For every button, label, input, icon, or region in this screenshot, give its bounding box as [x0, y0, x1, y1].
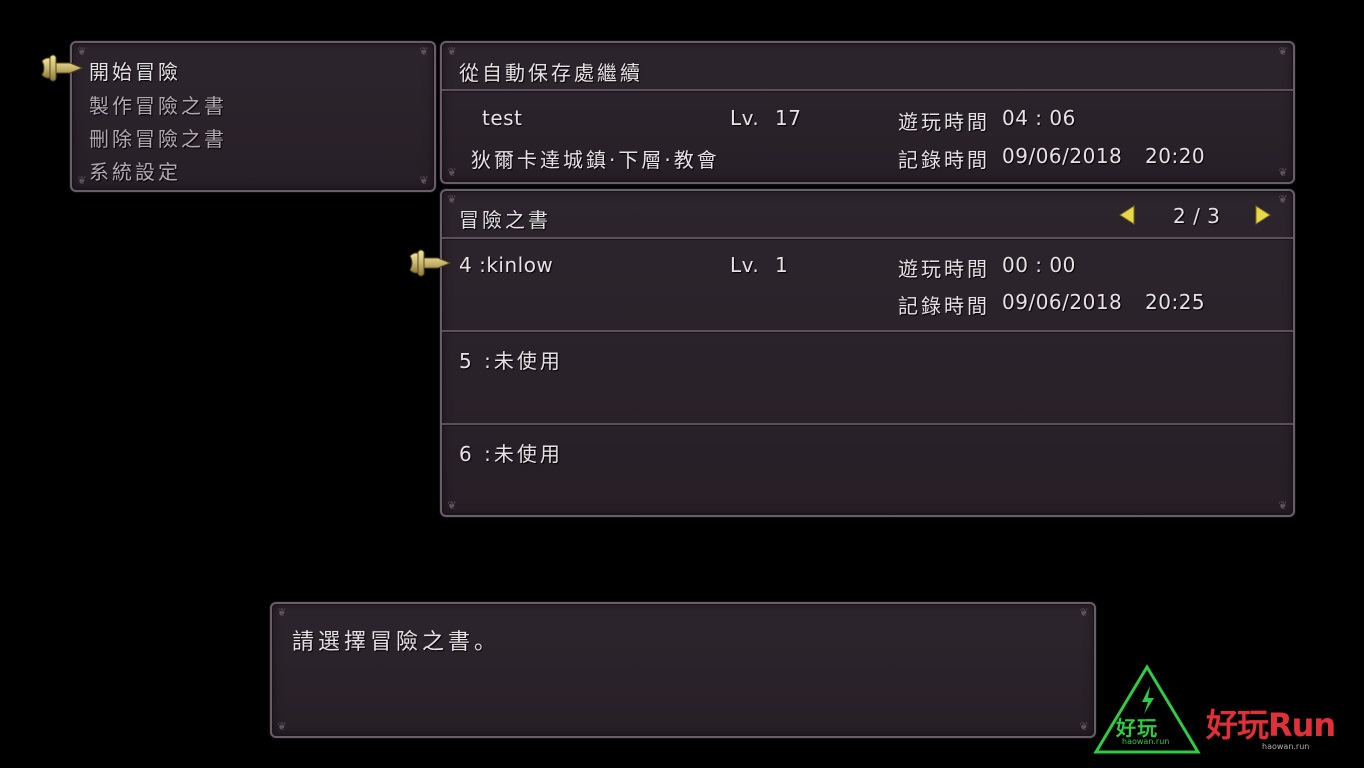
- autosave-playtime-label: 遊玩時間: [898, 110, 990, 134]
- watermark-logo-sub: haowan.run: [1122, 737, 1170, 746]
- book-slot-6[interactable]: [442, 425, 1293, 513]
- ornament-icon: ❦: [447, 193, 457, 206]
- ornament-icon: ❦: [447, 45, 457, 58]
- book-slot-4[interactable]: [442, 239, 1293, 330]
- autosave-level-label: Lv.: [730, 106, 760, 130]
- slot-4-level: 1: [775, 253, 789, 277]
- ornament-icon: ❦: [419, 174, 429, 187]
- ornament-icon: ❦: [1278, 45, 1288, 58]
- ornament-icon: ❦: [1278, 166, 1288, 179]
- books-page-indicator: 2 / 3: [1173, 204, 1221, 228]
- autosave-playtime: 04 : 06: [1002, 106, 1076, 130]
- ornament-icon: ❦: [447, 166, 457, 179]
- autosave-name: test: [482, 106, 523, 130]
- menu-item-start-adventure[interactable]: 開始冒險: [89, 56, 181, 85]
- ornament-icon: ❦: [1079, 606, 1089, 619]
- autosave-level: 17: [775, 106, 802, 130]
- page-next-arrow-icon[interactable]: [1252, 204, 1274, 226]
- slot-4-record-time: 20:25: [1145, 290, 1206, 314]
- ornament-icon: ❦: [419, 45, 429, 58]
- ornament-icon: ❦: [277, 720, 287, 733]
- autosave-record-date: 09/06/2018: [1002, 144, 1123, 168]
- autosave-location: 狄爾卡達城鎮·下層·教會: [471, 148, 720, 172]
- autosave-header: 從自動保存處繼續: [459, 61, 643, 85]
- ornament-icon: ❦: [1278, 193, 1288, 206]
- message-text: 請選擇冒險之書。: [292, 630, 501, 655]
- ornament-icon: ❦: [77, 174, 87, 187]
- slot-4-level-label: Lv.: [730, 253, 760, 277]
- slot-6-label: 6 :未使用: [459, 442, 563, 466]
- watermark-brand-sub: haowan.run: [1262, 742, 1310, 751]
- slot-5-label: 5 :未使用: [459, 349, 563, 373]
- menu-item-system-settings[interactable]: 系統設定: [89, 156, 181, 185]
- slot-4-playtime: 00 : 00: [1002, 253, 1076, 277]
- menu-item-delete-book[interactable]: 刪除冒險之書: [89, 123, 227, 152]
- ornament-icon: ❦: [1079, 720, 1089, 733]
- save-select-screen: ❦ ❦ ❦ ❦ 開始冒險 製作冒險之書 刪除冒險之書 系統設定 ❦ ❦ ❦ ❦ …: [0, 0, 1364, 768]
- pointing-hand-cursor-icon: [409, 249, 452, 277]
- book-slot-5[interactable]: [442, 332, 1293, 423]
- autosave-record-time: 20:20: [1145, 144, 1206, 168]
- slot-4-record-date: 09/06/2018: [1002, 290, 1123, 314]
- menu-item-create-book[interactable]: 製作冒險之書: [89, 90, 227, 119]
- divider: [442, 89, 1293, 91]
- slot-4-record-label: 記錄時間: [898, 294, 990, 318]
- slot-4-label: 4 :kinlow: [459, 253, 554, 277]
- watermark-brand-text: 好玩Run: [1206, 706, 1336, 744]
- books-header: 冒險之書: [459, 208, 551, 232]
- slot-4-playtime-label: 遊玩時間: [898, 257, 990, 281]
- message-panel: ❦ ❦ ❦ ❦: [270, 602, 1096, 738]
- ornament-icon: ❦: [277, 606, 287, 619]
- page-prev-arrow-icon[interactable]: [1116, 204, 1138, 226]
- pointing-hand-cursor-icon: [41, 54, 84, 82]
- autosave-record-label: 記錄時間: [898, 148, 990, 172]
